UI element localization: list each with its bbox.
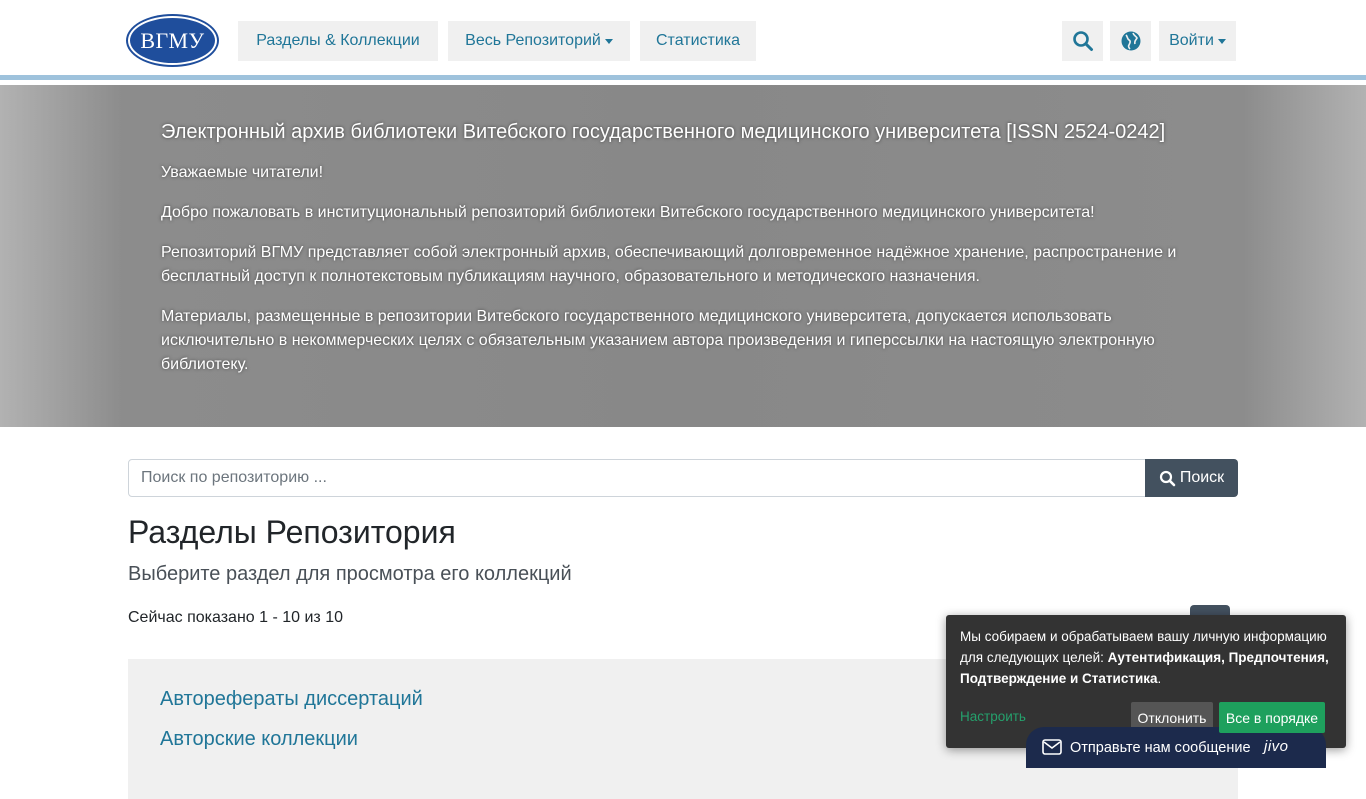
caret-down-icon <box>604 38 613 44</box>
cookie-accept-button[interactable]: Все в порядке <box>1219 702 1325 733</box>
search-icon <box>1159 470 1176 486</box>
caret-down-icon <box>1217 38 1226 44</box>
chat-brand: jivo <box>1264 738 1289 755</box>
language-button[interactable] <box>1110 21 1151 61</box>
logo[interactable]: ВГМУ <box>128 16 217 65</box>
banner-terms: Материалы, размещенные в репозитории Вит… <box>161 308 1155 373</box>
page-title: Разделы Репозитория <box>128 514 456 550</box>
cookie-text: Мы собираем и обрабатываем вашу личную и… <box>960 626 1336 689</box>
header: ВГМУ Разделы & Коллекции Весь Репозитори… <box>0 0 1366 80</box>
globe-icon <box>1121 31 1140 51</box>
search-input[interactable] <box>128 459 1146 497</box>
logo-text: ВГМУ <box>140 27 205 53</box>
banner-title: Электронный архив библиотеки Витебского … <box>161 121 1166 143</box>
cookie-configure-link[interactable]: Настроить <box>960 709 1026 724</box>
banner-welcome: Добро пожаловать в институциональный реп… <box>161 204 1095 221</box>
nav-statistics[interactable]: Статистика <box>640 21 756 61</box>
nav-label: Статистика <box>655 32 741 49</box>
nav-label: Разделы & Коллекции <box>256 32 420 49</box>
login-dropdown[interactable]: Войти <box>1159 21 1236 61</box>
welcome-banner: Электронный архив библиотеки Витебского … <box>0 85 1366 427</box>
banner-greeting: Уважаемые читатели! <box>161 164 324 181</box>
nav-communities-collections[interactable]: Разделы & Коллекции <box>238 21 438 61</box>
banner-description: Репозиторий ВГМУ представляет собой элек… <box>161 244 1177 285</box>
search-toggle-button[interactable] <box>1062 21 1103 61</box>
nav-label: Весь Репозиторий <box>465 32 601 49</box>
login-label: Войти <box>1169 32 1214 49</box>
community-link[interactable]: Авторефераты диссертаций <box>160 686 423 712</box>
page-subtitle: Выберите раздел для просмотра его коллек… <box>128 563 572 585</box>
chat-widget[interactable]: Отправьте нам сообщение jivo <box>1026 727 1326 768</box>
envelope-icon <box>1042 739 1062 755</box>
pagination-info: Сейчас показано 1 - 10 из 10 <box>128 609 343 626</box>
cookie-text-end: . <box>1157 671 1162 686</box>
nav-all-repository[interactable]: Весь Репозиторий <box>448 21 630 61</box>
search-button[interactable]: Поиск <box>1145 459 1238 497</box>
chat-widget-label: Отправьте нам сообщение <box>1070 740 1251 756</box>
community-link[interactable]: Авторские коллекции <box>160 726 358 752</box>
search-icon <box>1072 31 1093 51</box>
search-button-label: Поиск <box>1179 469 1225 486</box>
